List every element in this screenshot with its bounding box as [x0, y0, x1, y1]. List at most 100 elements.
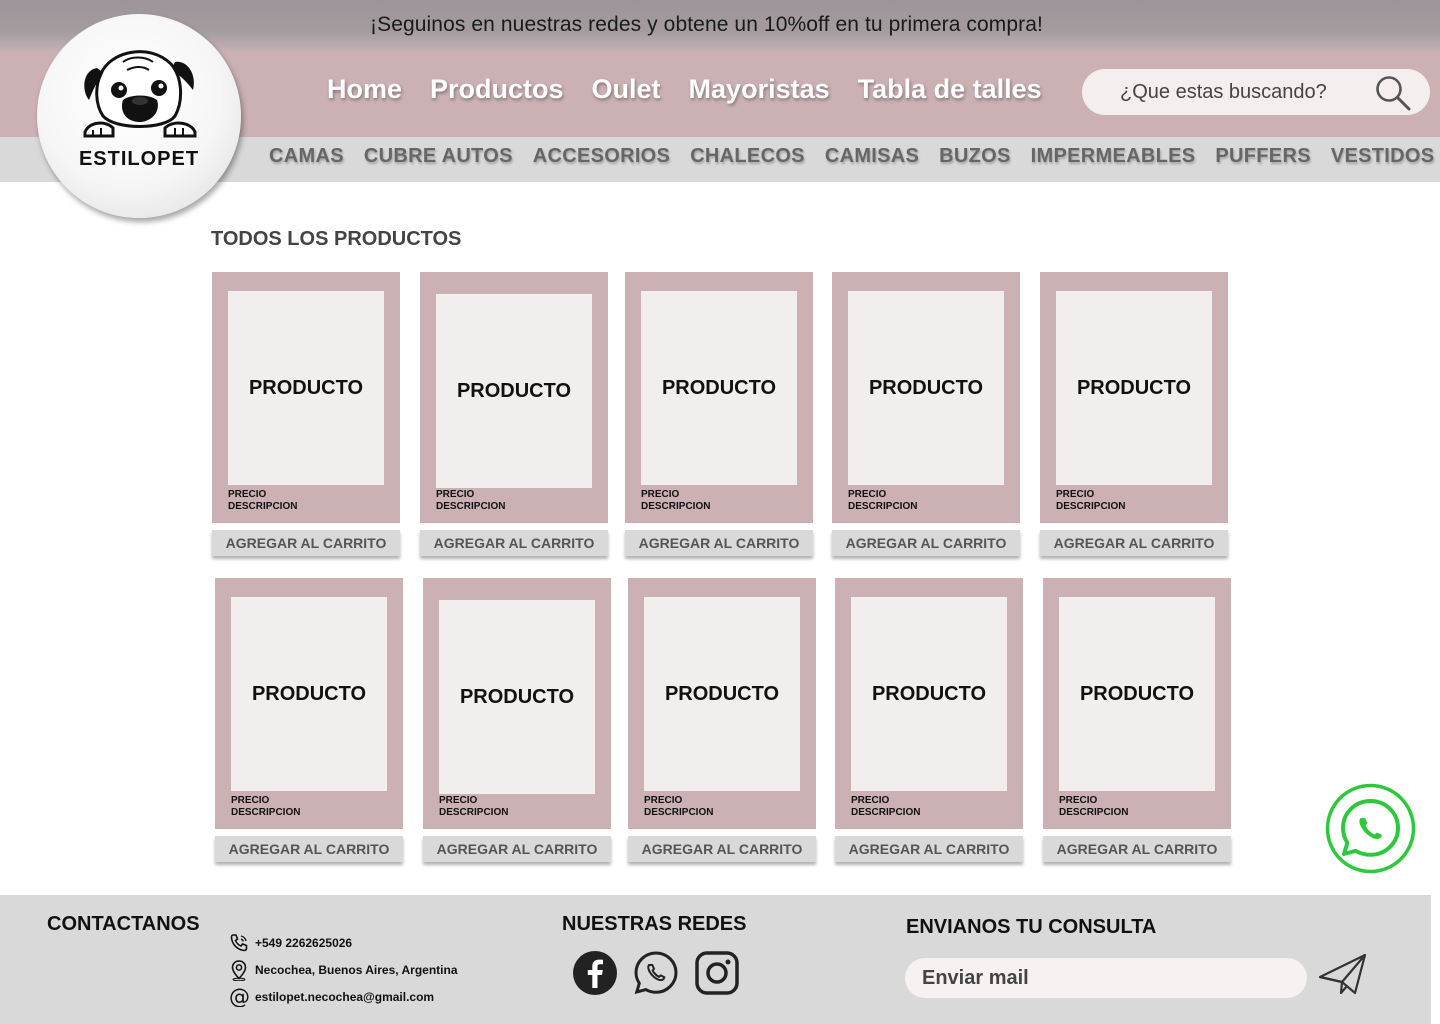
- svg-text:@: @: [229, 987, 249, 1007]
- product-name: PRODUCTO: [661, 376, 777, 399]
- product-card[interactable]: PRODUCTO PRECIO DESCRIPCION: [832, 272, 1020, 523]
- add-to-cart-button[interactable]: AGREGAR AL CARRITO: [1043, 836, 1231, 862]
- product-image: PRODUCTO: [1059, 597, 1215, 791]
- footer: CONTACTANOS +549 2262625026 Necochea, Bu…: [0, 895, 1431, 1024]
- nav-mayoristas[interactable]: Mayoristas: [689, 74, 830, 105]
- product-image: PRODUCTO: [228, 291, 384, 485]
- category-impermeables[interactable]: IMPERMEABLES: [1031, 145, 1196, 168]
- add-to-cart-button[interactable]: AGREGAR AL CARRITO: [835, 836, 1023, 862]
- social-title: NUESTRAS REDES: [562, 913, 747, 935]
- facebook-icon[interactable]: [572, 950, 618, 996]
- logo-text: ESTILOPET: [78, 148, 200, 170]
- product-description: DESCRIPCION: [439, 807, 509, 818]
- contact-phone[interactable]: +549 2262625026: [255, 936, 352, 950]
- category-chalecos[interactable]: CHALECOS: [690, 145, 805, 168]
- add-to-cart-button[interactable]: AGREGAR AL CARRITO: [423, 836, 611, 862]
- whatsapp-icon[interactable]: [633, 950, 679, 996]
- add-to-cart-button[interactable]: AGREGAR AL CARRITO: [628, 836, 816, 862]
- category-cubre-autos[interactable]: CUBRE AUTOS: [364, 145, 513, 168]
- product-card[interactable]: PRODUCTO PRECIO DESCRIPCION: [1040, 272, 1228, 523]
- category-vestidos[interactable]: VESTIDOS: [1331, 145, 1435, 168]
- product-meta: PRECIO DESCRIPCION: [436, 489, 505, 513]
- product-name: PRODUCTO: [248, 376, 364, 399]
- product-price: PRECIO: [231, 795, 270, 806]
- product-card[interactable]: PRODUCTO PRECIO DESCRIPCION: [1043, 578, 1231, 829]
- category-puffers[interactable]: PUFFERS: [1215, 145, 1310, 168]
- product-name: PRODUCTO: [456, 379, 572, 402]
- nav-productos[interactable]: Productos: [430, 74, 564, 105]
- promo-text: ¡Seguinos en nuestras redes y obtene un …: [370, 13, 1043, 36]
- product-description: DESCRIPCION: [231, 807, 301, 818]
- product-meta: PRECIO DESCRIPCION: [1059, 795, 1128, 819]
- section-title: TODOS LOS PRODUCTOS: [211, 228, 462, 250]
- add-to-cart-button[interactable]: AGREGAR AL CARRITO: [215, 836, 403, 862]
- contact-email-row: @ estilopet.necochea@gmail.com: [229, 987, 434, 1007]
- product-description: DESCRIPCION: [848, 501, 918, 512]
- product-description: DESCRIPCION: [644, 807, 714, 818]
- send-icon[interactable]: [1317, 951, 1369, 997]
- at-sign-icon: @: [229, 987, 249, 1007]
- search-icon[interactable]: [1374, 74, 1412, 112]
- location-pin-icon: [231, 960, 247, 981]
- product-name: PRODUCTO: [459, 685, 575, 708]
- add-to-cart-button[interactable]: AGREGAR AL CARRITO: [420, 530, 608, 556]
- product-card[interactable]: PRODUCTO PRECIO DESCRIPCION: [628, 578, 816, 829]
- product-card[interactable]: PRODUCTO PRECIO DESCRIPCION: [625, 272, 813, 523]
- product-price: PRECIO: [848, 489, 887, 500]
- instagram-icon[interactable]: [694, 950, 740, 996]
- product-image: PRODUCTO: [848, 291, 1004, 485]
- product-description: DESCRIPCION: [851, 807, 921, 818]
- estilopet-logo[interactable]: ESTILOPET: [37, 14, 241, 218]
- product-card[interactable]: PRODUCTO PRECIO DESCRIPCION: [215, 578, 403, 829]
- add-to-cart-button[interactable]: AGREGAR AL CARRITO: [832, 530, 1020, 556]
- product-name: PRODUCTO: [1079, 682, 1195, 705]
- product-card[interactable]: PRODUCTO PRECIO DESCRIPCION: [423, 578, 611, 829]
- whatsapp-float-icon[interactable]: [1325, 783, 1416, 874]
- product-price: PRECIO: [641, 489, 680, 500]
- product-meta: PRECIO DESCRIPCION: [644, 795, 713, 819]
- product-price: PRECIO: [1056, 489, 1095, 500]
- product-image: PRODUCTO: [851, 597, 1007, 791]
- product-meta: PRECIO DESCRIPCION: [641, 489, 710, 513]
- add-to-cart-button[interactable]: AGREGAR AL CARRITO: [212, 530, 400, 556]
- product-meta: PRECIO DESCRIPCION: [851, 795, 920, 819]
- mail-input[interactable]: [905, 958, 1307, 998]
- add-to-cart-button[interactable]: AGREGAR AL CARRITO: [1040, 530, 1228, 556]
- product-image: PRODUCTO: [436, 294, 592, 488]
- pug-logo-icon: [83, 50, 197, 138]
- nav-tabla-de-talles[interactable]: Tabla de talles: [858, 74, 1042, 105]
- phone-icon: [230, 934, 248, 952]
- category-buzos[interactable]: BUZOS: [939, 145, 1011, 168]
- contact-email[interactable]: estilopet.necochea@gmail.com: [255, 990, 434, 1004]
- nav-outlet[interactable]: Oulet: [592, 74, 661, 105]
- product-name: PRODUCTO: [251, 682, 367, 705]
- product-description: DESCRIPCION: [641, 501, 711, 512]
- search-box: [1082, 69, 1430, 115]
- category-camas[interactable]: CAMAS: [269, 145, 344, 168]
- category-accesorios[interactable]: ACCESORIOS: [533, 145, 670, 168]
- product-card[interactable]: PRODUCTO PRECIO DESCRIPCION: [212, 272, 400, 523]
- add-to-cart-button[interactable]: AGREGAR AL CARRITO: [625, 530, 813, 556]
- product-card[interactable]: PRODUCTO PRECIO DESCRIPCION: [835, 578, 1023, 829]
- promo-bar: ¡Seguinos en nuestras redes y obtene un …: [0, 0, 1440, 52]
- product-price: PRECIO: [1059, 795, 1098, 806]
- inquiry-title: ENVIANOS TU CONSULTA: [906, 916, 1157, 938]
- product-price: PRECIO: [439, 795, 478, 806]
- product-description: DESCRIPCION: [1056, 501, 1126, 512]
- product-price: PRECIO: [228, 489, 267, 500]
- product-name: PRODUCTO: [664, 682, 780, 705]
- nav-home[interactable]: Home: [327, 74, 402, 105]
- product-meta: PRECIO DESCRIPCION: [1056, 489, 1125, 513]
- search-input[interactable]: [1120, 78, 1370, 106]
- product-card[interactable]: PRODUCTO PRECIO DESCRIPCION: [420, 272, 608, 523]
- contact-address: Necochea, Buenos Aires, Argentina: [255, 963, 458, 977]
- product-image: PRODUCTO: [1056, 291, 1212, 485]
- product-price: PRECIO: [436, 489, 475, 500]
- product-description: DESCRIPCION: [228, 501, 298, 512]
- product-meta: PRECIO DESCRIPCION: [231, 795, 300, 819]
- category-camisas[interactable]: CAMISAS: [825, 145, 919, 168]
- product-image: PRODUCTO: [439, 600, 595, 794]
- contact-title: CONTACTANOS: [47, 913, 200, 935]
- product-image: PRODUCTO: [231, 597, 387, 791]
- product-name: PRODUCTO: [868, 376, 984, 399]
